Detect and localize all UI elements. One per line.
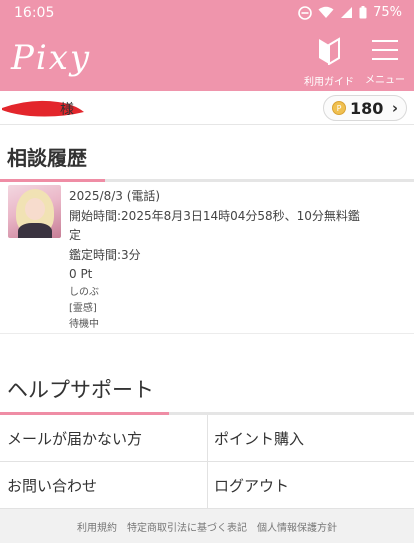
help-link-contact[interactable]: お問い合わせ (0, 462, 207, 509)
wifi-icon (318, 6, 334, 18)
do-not-disturb-icon (298, 5, 312, 20)
help-title: ヘルプサポート (7, 378, 154, 402)
menu-button[interactable]: メニュー (355, 37, 414, 86)
advisor-avatar (8, 185, 61, 238)
footer-link-terms[interactable]: 利用規約 (77, 519, 117, 534)
help-title-underline (0, 412, 414, 415)
history-date: 2025/8/3 (電話) (69, 189, 161, 203)
redaction-mark (2, 100, 84, 117)
pixy-logo[interactable]: Pixy (11, 38, 91, 78)
advisor-category: [霊感] (69, 302, 97, 314)
battery-level: 75% (373, 5, 402, 20)
help-section-header: ヘルプサポート (0, 374, 414, 415)
help-links-grid: メールが届かない方 ポイント購入 お問い合わせ ログアウト (0, 415, 414, 509)
app-header: Pixy 利用ガイド メニュー (0, 25, 414, 91)
battery-icon (359, 6, 367, 19)
history-item[interactable]: 2025/8/3 (電話) 開始時間:2025年8月3日14時04分58秒、10… (0, 171, 414, 334)
signal-icon (341, 7, 353, 18)
history-item-info: 2025/8/3 (電話) 開始時間:2025年8月3日14時04分58秒、10… (69, 187, 369, 333)
help-link-buy-points[interactable]: ポイント購入 (207, 415, 414, 462)
status-time: 16:05 (14, 4, 55, 21)
footer: 利用規約 特定商取引法に基づく表記 個人情報保護方針 (0, 509, 414, 543)
user-name-suffix: 様 (60, 102, 74, 118)
help-link-logout[interactable]: ログアウト (207, 462, 414, 509)
history-section-header: 相談履歴 (0, 125, 414, 182)
hamburger-icon (372, 40, 398, 60)
history-duration: 鑑定時間:3分 (69, 247, 141, 262)
history-title: 相談履歴 (7, 146, 87, 170)
user-row: 様 P 180 › (0, 91, 414, 125)
beginner-mark-icon (319, 37, 340, 66)
history-points: 0 Pt (69, 267, 93, 281)
status-icons: 75% (298, 5, 402, 20)
footer-link-commercial-law[interactable]: 特定商取引法に基づく表記 (127, 519, 247, 534)
chevron-right-icon: › (391, 99, 399, 117)
status-bar: 16:05 75% (0, 0, 414, 25)
guide-button[interactable]: 利用ガイド (299, 37, 359, 88)
guide-label: 利用ガイド (304, 77, 354, 88)
history-start-time: 開始時間:2025年8月3日14時04分58秒、10分無料鑑定 (69, 208, 360, 243)
advisor-status: 待機中 (69, 318, 99, 330)
points-balance-button[interactable]: P 180 › (323, 95, 407, 121)
advisor-name: しのぶ (69, 286, 99, 298)
footer-link-privacy[interactable]: 個人情報保護方針 (257, 519, 337, 534)
point-coin-icon: P (332, 101, 346, 115)
menu-label: メニュー (365, 75, 405, 86)
points-value: 180 (350, 98, 384, 118)
help-link-email-not-received[interactable]: メールが届かない方 (0, 415, 207, 462)
